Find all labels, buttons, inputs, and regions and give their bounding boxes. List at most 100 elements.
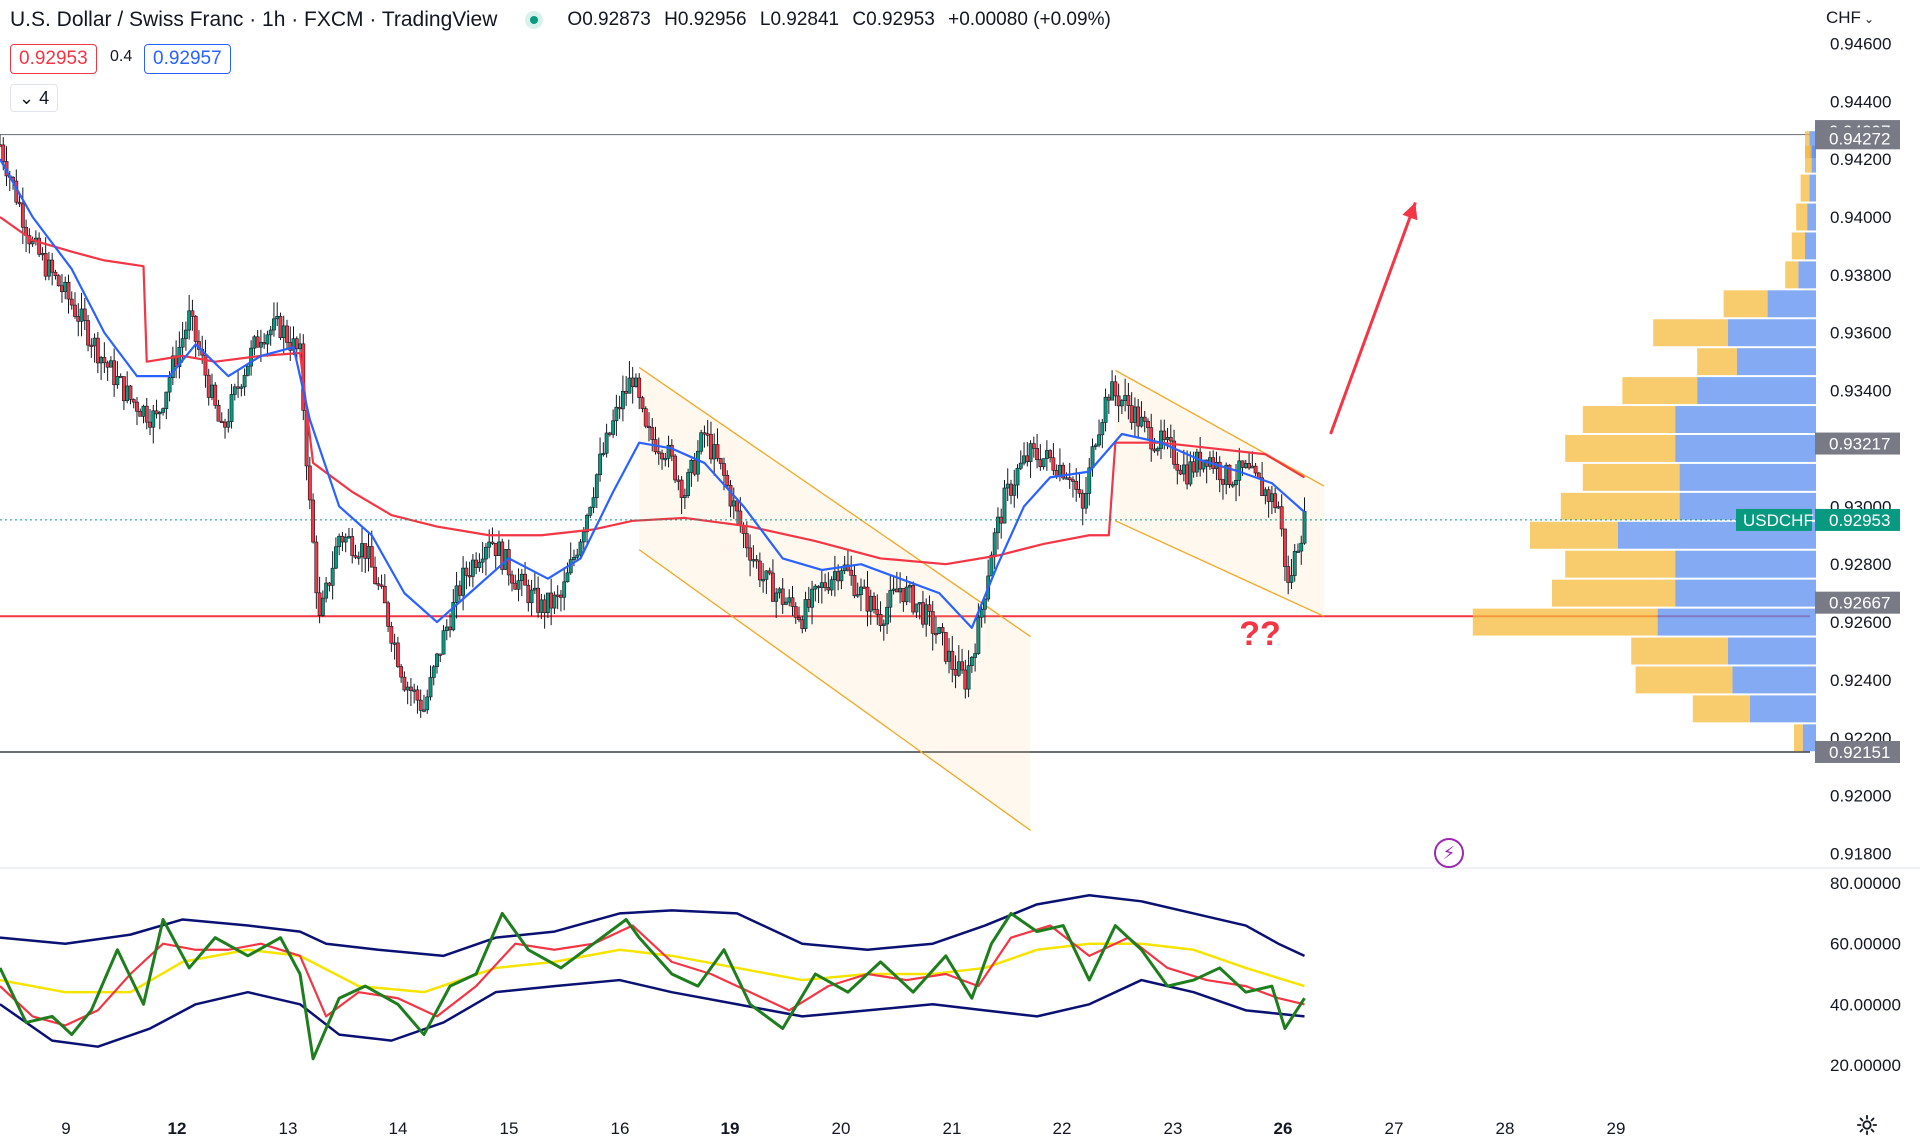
candle-body <box>213 384 218 406</box>
candle-body <box>1269 493 1274 502</box>
candle-body <box>144 405 149 423</box>
candle-body <box>467 575 472 578</box>
candle-body <box>1080 493 1085 509</box>
volume-profile-sell-bar <box>1802 724 1816 752</box>
candle-body <box>614 406 619 422</box>
candle-body <box>1234 479 1238 485</box>
candle-body <box>705 433 710 436</box>
oscillator-axis-tick-label: 80.00000 <box>1830 874 1901 893</box>
candle-body <box>373 566 377 584</box>
volume-profile-buy-bar <box>1552 579 1676 607</box>
candle-body <box>1191 461 1196 473</box>
rsi-line <box>0 911 1306 1061</box>
chart-title[interactable]: U.S. Dollar / Swiss Franc · 1h · FXCM · … <box>10 8 497 32</box>
candle-body <box>409 686 413 691</box>
candle-body <box>1 144 6 162</box>
candle-body <box>1139 416 1144 427</box>
candle-body <box>699 432 704 452</box>
open-label: O <box>567 9 583 30</box>
candle-body <box>934 633 938 636</box>
candle-body <box>761 579 766 582</box>
candle-body <box>656 451 661 454</box>
candle-body <box>565 572 570 583</box>
chart-canvas[interactable]: ?? 0.94600 0.94400 0.94200 0.94000 0.93800 0.9… <box>0 0 1920 1142</box>
candle-body <box>219 420 224 424</box>
candle-body <box>731 500 736 507</box>
candle-body <box>1041 458 1046 467</box>
volume-profile-buy-bar <box>1582 463 1680 491</box>
candle-body <box>281 325 286 339</box>
candle-body <box>278 315 283 339</box>
candle-body <box>1113 381 1118 397</box>
gear-icon[interactable] <box>1856 1114 1878 1136</box>
candle-body <box>963 669 968 690</box>
candle-body <box>265 334 270 345</box>
candle-body <box>966 665 971 690</box>
candle-body <box>1025 455 1030 462</box>
candle-body <box>914 603 919 613</box>
candle-body <box>803 599 808 629</box>
lightning-bolt-icon[interactable]: ⚡ <box>1434 838 1464 868</box>
candle-body <box>399 666 404 678</box>
price-axis-tick-label: 0.92000 <box>1830 787 1891 806</box>
candle-body <box>1194 451 1199 473</box>
candle-body <box>523 573 527 586</box>
candle-body <box>634 377 638 387</box>
time-axis-label: 27 <box>1385 1119 1404 1138</box>
candle-body <box>86 320 90 346</box>
candle-body <box>722 463 726 476</box>
candle-body <box>956 661 961 676</box>
candle-body <box>0 144 2 147</box>
candle-body <box>894 588 899 593</box>
candle-body <box>294 338 299 350</box>
candle-body <box>1028 443 1033 462</box>
candle-body <box>1119 400 1124 407</box>
candle-body <box>226 421 231 428</box>
candle-body <box>601 452 606 456</box>
candle-body <box>751 559 756 562</box>
volume-profile-buy-bar <box>1631 637 1728 665</box>
candle-body <box>878 614 883 626</box>
candle-body <box>1093 444 1098 447</box>
time-axis-label: 23 <box>1164 1119 1183 1138</box>
indicators-collapse-button[interactable]: ⌄ 4 <box>10 84 59 112</box>
candle-body <box>1084 493 1088 509</box>
candle-body <box>252 336 257 349</box>
candle-body <box>545 592 550 613</box>
volume-profile-sell-bar <box>1675 579 1816 607</box>
buy-price-button[interactable]: 0.92957 <box>144 44 231 74</box>
candle-body <box>542 599 547 613</box>
candle-body <box>1250 465 1255 469</box>
candle-body <box>555 594 560 597</box>
candle-body <box>1022 455 1026 464</box>
sell-price-button[interactable]: 0.92953 <box>10 44 97 74</box>
candle-body <box>526 584 531 604</box>
candle-body <box>242 375 247 388</box>
price-tag-label: 0.92151 <box>1829 743 1890 762</box>
currency-label: CHF <box>1826 8 1861 27</box>
volume-profile-buy-bar <box>1800 174 1810 202</box>
price-axis-tick-label: 0.93400 <box>1830 382 1891 401</box>
candle-body <box>907 585 912 588</box>
candle-body <box>829 579 834 591</box>
candle-body <box>1253 465 1258 474</box>
candle-body <box>754 559 759 562</box>
volume-profile-buy-bar <box>1565 435 1676 462</box>
candle-body <box>559 594 563 598</box>
close-value: 0.92953 <box>866 9 935 30</box>
oscillator-axis-tick-label: 40.00000 <box>1830 995 1901 1014</box>
candle-body <box>735 500 739 512</box>
candle-body <box>940 627 945 633</box>
candle-body <box>767 570 772 574</box>
candle-body <box>1136 406 1141 427</box>
candle-body <box>572 556 576 560</box>
candle-body <box>82 308 87 321</box>
candle-body <box>943 632 948 662</box>
current-price-tag-label: 0.92953 <box>1829 511 1890 530</box>
chevron-down-icon: ⌄ <box>19 88 35 108</box>
candle-body <box>1175 463 1180 471</box>
candle-body <box>105 362 110 368</box>
candle-body <box>154 410 159 415</box>
currency-menu[interactable]: CHF ⌄ <box>1826 8 1874 28</box>
price-axis-tick-label: 0.94200 <box>1830 150 1891 169</box>
